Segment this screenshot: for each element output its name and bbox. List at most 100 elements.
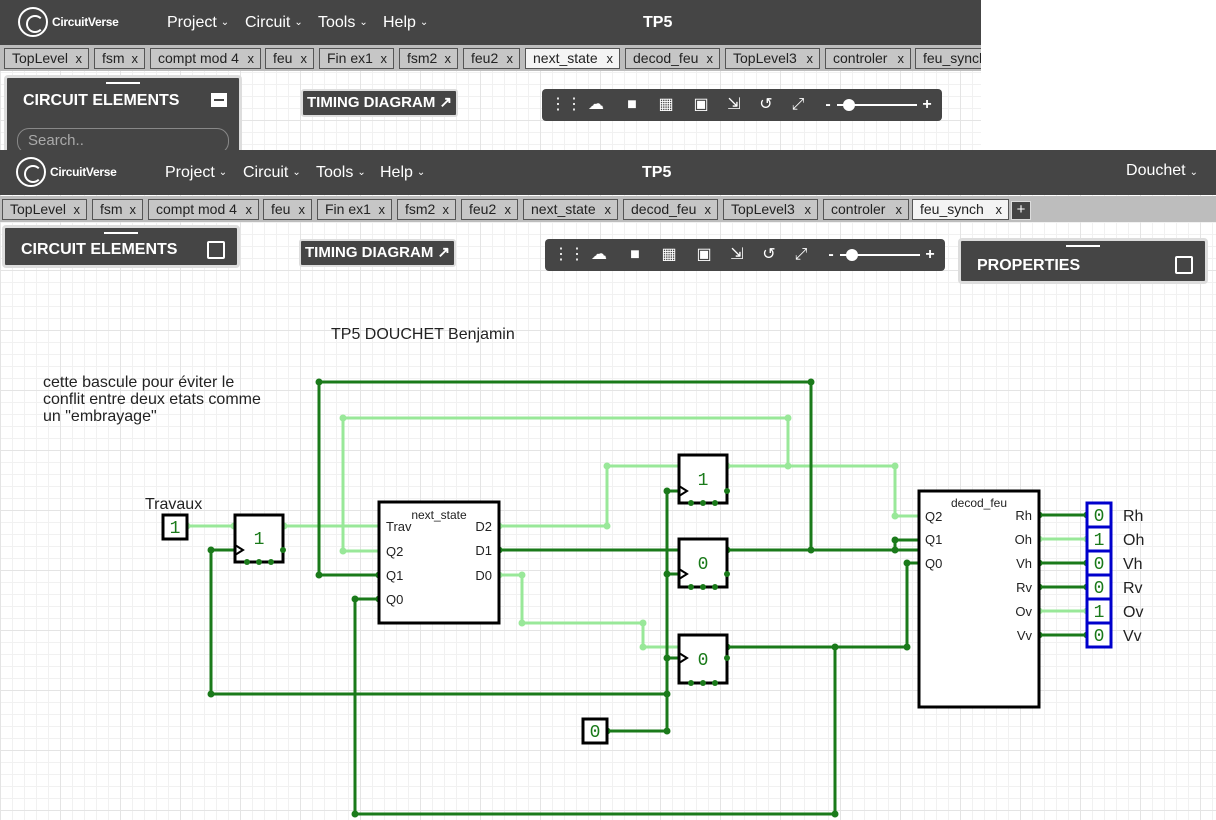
chevron-down-icon: ⌄ [359, 17, 368, 28]
tab-fsm2[interactable]: fsm2 x [399, 48, 458, 69]
flipflop-value: 0 [698, 651, 709, 671]
circuit-canvas[interactable]: Travaux 1 1 next_state Trav Q2 Q1 Q0 D2 … [0, 150, 1216, 820]
tab-next-state[interactable]: next_state x [525, 48, 620, 69]
constant-value: 0 [590, 723, 601, 743]
zoom-slider-knob[interactable] [843, 99, 855, 111]
block-name: decod_feu [951, 496, 1007, 510]
pin-label: Vh [1016, 556, 1032, 571]
main-window: CircuitVerse Project ⌄ Circuit ⌄ Tools ⌄ He… [0, 150, 1216, 820]
pin-label: Q1 [925, 532, 942, 547]
save-icon[interactable]: ■ [621, 94, 643, 116]
search-input[interactable]: Search.. [17, 128, 229, 150]
output-value: 0 [1094, 627, 1105, 647]
output-value: 0 [1094, 555, 1105, 575]
chevron-down-icon: ⌄ [419, 17, 429, 28]
image-icon[interactable]: ▣ [690, 94, 712, 116]
tab-bar: TopLevel x fsm x compt mod 4x feu x Fin ex1… [0, 45, 981, 71]
drag-bar[interactable] [106, 82, 140, 84]
tab-fin-ex1[interactable]: Fin ex1 x [319, 48, 394, 69]
pin-label: Q0 [925, 556, 942, 571]
input-label: Travaux [145, 496, 202, 513]
wire [499, 573, 679, 649]
close-icon[interactable]: x [381, 49, 388, 68]
output-value: 0 [1094, 507, 1105, 527]
block-name: next_state [411, 508, 467, 522]
pin-label: Q2 [925, 509, 942, 524]
clear-icon[interactable]: ▦ [655, 94, 677, 116]
tab-controler[interactable]: controler x [825, 48, 911, 69]
tab-compt-mod-4[interactable]: compt mod 4x [150, 48, 261, 69]
fullscreen-icon[interactable]: ⤢ [787, 94, 809, 116]
flipflop-value: 0 [698, 555, 709, 575]
close-icon[interactable]: x [445, 49, 452, 68]
input-value: 1 [170, 519, 181, 539]
pin-label: Q1 [386, 568, 403, 583]
panel-title: CIRCUIT ELEMENTS [23, 92, 180, 109]
wire [353, 599, 837, 816]
timing-diagram-button[interactable]: TIMING DIAGRAM ↗ [301, 89, 459, 117]
pin-label: D1 [475, 543, 492, 558]
pin-label: Q0 [386, 592, 403, 607]
close-icon[interactable]: x [607, 49, 614, 68]
output-label: Vh [1123, 556, 1143, 573]
background-window: CircuitVerse Project ⌄ Circuit ⌄ Tools ⌄ He… [0, 0, 981, 150]
output-value: 1 [1094, 531, 1105, 551]
pin-label: Q2 [386, 544, 403, 559]
output-value: 0 [1094, 579, 1105, 599]
tab-toplevel[interactable]: TopLevel x [4, 48, 89, 69]
navbar: CircuitVerse Project ⌄ Circuit ⌄ Tools ⌄ He… [0, 0, 981, 45]
logo-text: CircuitVerse [52, 15, 119, 29]
close-icon[interactable]: x [898, 49, 905, 68]
output-label: Ov [1123, 604, 1143, 621]
chevron-down-icon: ⌄ [220, 17, 230, 28]
wire [607, 574, 669, 733]
pin-label: Vv [1017, 628, 1033, 643]
wire [499, 464, 679, 528]
wire [727, 464, 919, 518]
close-icon[interactable]: x [248, 49, 255, 68]
close-icon[interactable]: x [807, 49, 814, 68]
output-label: Rv [1123, 580, 1143, 597]
close-icon[interactable]: x [301, 49, 308, 68]
circuit-elements-panel: CIRCUIT ELEMENTS Search.. [4, 75, 242, 150]
canvas-toolbar: ⋮⋮ ☁ ■ ▦ ▣ ⇲ ↺ ⤢ - + [542, 89, 942, 121]
circuitverse-logo-icon [18, 7, 48, 37]
tab-feu2[interactable]: feu2 x [463, 48, 520, 69]
menu-tools[interactable]: Tools ⌄ [318, 0, 368, 45]
cloud-upload-icon[interactable]: ☁ [585, 94, 607, 116]
output-label: Rh [1123, 508, 1143, 525]
external-link-icon: ↗ [439, 94, 453, 111]
pin-label: D2 [475, 519, 492, 534]
minimize-icon[interactable] [211, 93, 227, 107]
wire [727, 561, 919, 649]
pin-label: Rv [1016, 580, 1032, 595]
output-probes: 0 1 0 0 1 0 Rh Oh Vh Rv Ov Vv [1085, 501, 1144, 649]
output-label: Oh [1123, 532, 1144, 549]
pin-label: D0 [475, 568, 492, 583]
tab-feu[interactable]: feu x [265, 48, 314, 69]
close-icon[interactable]: x [707, 49, 714, 68]
zoom-out-button[interactable]: - [817, 94, 839, 116]
menu-project[interactable]: Project ⌄ [167, 0, 229, 45]
tab-fsm[interactable]: fsm x [94, 48, 145, 69]
flipflop-value: 1 [254, 530, 265, 550]
zoom-in-button[interactable]: + [916, 94, 938, 116]
drag-handle-icon[interactable]: ⋮⋮ [550, 94, 582, 116]
tab-feu-synch[interactable]: feu_synch [915, 48, 981, 69]
pin-label: Rh [1015, 508, 1032, 523]
fit-icon[interactable]: ⇲ [723, 94, 745, 116]
close-icon[interactable]: x [507, 49, 514, 68]
tab-toplevel3[interactable]: TopLevel3 x [725, 48, 820, 69]
flipflop-value: 1 [698, 471, 709, 491]
menu-help[interactable]: Help ⌄ [383, 0, 428, 45]
pin-label: Oh [1015, 532, 1032, 547]
close-icon[interactable]: x [132, 49, 139, 68]
chevron-down-icon: ⌄ [294, 17, 303, 28]
tab-decod-feu[interactable]: decod_feu x [625, 48, 720, 69]
menu-circuit[interactable]: Circuit ⌄ [245, 0, 303, 45]
output-value: 1 [1094, 603, 1105, 623]
project-title: TP5 [643, 14, 673, 31]
close-icon[interactable]: x [76, 49, 83, 68]
undo-icon[interactable]: ↺ [755, 94, 777, 116]
logo[interactable]: CircuitVerse [18, 6, 119, 38]
